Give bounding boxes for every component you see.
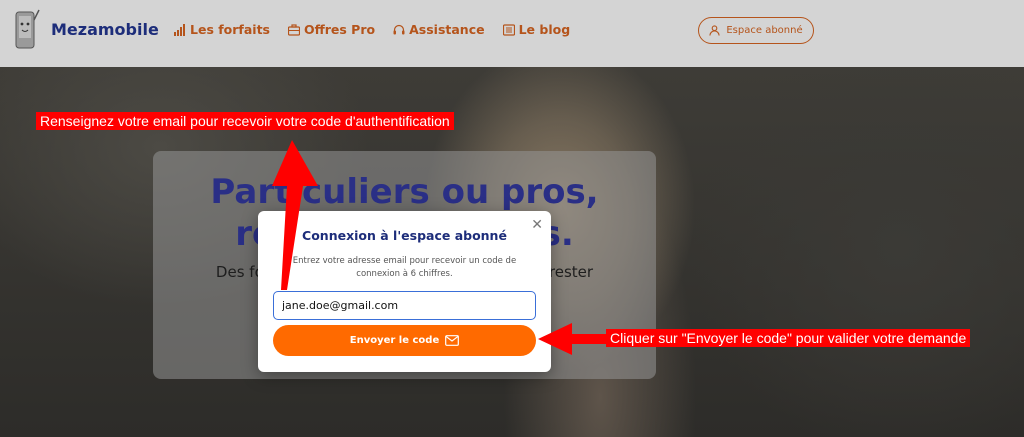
main-nav: Les forfaits Offres Pro Assistance Le bl…: [174, 22, 570, 37]
nav-label: Offres Pro: [304, 22, 376, 37]
briefcase-icon: [288, 23, 300, 36]
espace-abonne-button[interactable]: Espace abonné: [698, 17, 814, 44]
nav-item-forfaits[interactable]: Les forfaits: [174, 22, 270, 37]
nav-label: Assistance: [409, 22, 485, 37]
login-modal: ✕ Connexion à l'espace abonné Entrez vot…: [258, 211, 551, 372]
nav-label: Les forfaits: [190, 22, 270, 37]
newspaper-icon: [502, 23, 515, 36]
account-button-label: Espace abonné: [726, 25, 803, 36]
modal-description: Entrez votre adresse email pour recevoir…: [292, 256, 517, 279]
annotation-send-hint: Cliquer sur "Envoyer le code" pour valid…: [606, 329, 971, 347]
nav-item-assistance[interactable]: Assistance: [393, 22, 485, 37]
email-field[interactable]: [273, 291, 536, 320]
envelope-icon: [445, 335, 460, 346]
nav-label: Le blog: [518, 22, 571, 37]
signal-bars-icon: [174, 23, 185, 36]
send-button-label: Envoyer le code: [349, 335, 440, 346]
annotation-email-hint: Renseignez votre email pour recevoir vot…: [36, 112, 454, 130]
phone-mascot-logo-icon[interactable]: [12, 6, 40, 54]
hero-title-line1: Particuliers ou pros,: [210, 172, 599, 212]
nav-item-blog[interactable]: Le blog: [502, 22, 571, 37]
brand-name[interactable]: Mezamobile: [51, 20, 159, 39]
site-header: Mezamobile Les forfaits Offres Pro Assis…: [0, 0, 1024, 67]
nav-item-offres-pro[interactable]: Offres Pro: [288, 22, 375, 37]
user-icon: [709, 25, 720, 36]
headset-icon: [393, 24, 405, 34]
send-code-button[interactable]: Envoyer le code: [273, 325, 536, 356]
modal-title: Connexion à l'espace abonné: [302, 228, 507, 243]
